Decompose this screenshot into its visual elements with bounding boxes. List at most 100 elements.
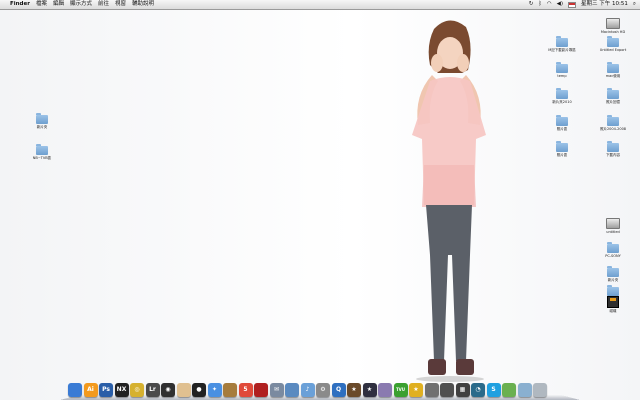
desktop-icon-folder[interactable]: 新片夾 — [593, 266, 633, 283]
spotlight-search-icon[interactable]: ⌕ — [633, 0, 636, 9]
menu-view[interactable]: 顯示方式 — [70, 0, 92, 9]
menu-window[interactable]: 視窗 — [115, 0, 126, 9]
menu-edit[interactable]: 編輯 — [53, 0, 64, 9]
documents-stack-icon[interactable] — [517, 383, 532, 397]
desktop-icon-label: M記下載影片專區 — [548, 48, 576, 52]
menu-bar: Finder 檔案 編輯 顯示方式 前往 視窗 輔助說明 ↻ ᛒ ◠ ◀) 星期… — [0, 0, 640, 10]
desktop-icon-label: 下載內容 — [606, 153, 620, 157]
photoshop-icon[interactable]: Ps — [99, 383, 113, 397]
folder-icon — [607, 141, 619, 152]
desktop-icon-label: 新片夾2010 — [552, 100, 572, 104]
dock: Ai Ps NX ◎ Lr ◉ ● ✦ 5 ✉ ♪ ⚙ Q ★ ★ TVU ★ ▦ ◔ S — [60, 375, 580, 400]
folder-icon — [607, 115, 619, 126]
idvd-icon[interactable]: ★ — [362, 383, 377, 397]
desktop-icon-folder[interactable]: 新片夾2010 — [542, 88, 582, 105]
folder-icon — [556, 115, 568, 126]
finder-icon[interactable] — [68, 383, 82, 397]
itunes-icon[interactable]: ♪ — [300, 383, 315, 397]
quicktime-icon[interactable]: Q — [331, 383, 346, 397]
desktop-icon-untitled-disk[interactable]: untitled — [593, 218, 633, 234]
folder-icon — [607, 36, 619, 47]
folder-icon — [607, 242, 619, 253]
desktop-icon-folder[interactable]: 照片2004-2008 — [593, 115, 633, 132]
imovie-icon[interactable]: ★ — [347, 383, 361, 397]
menu-help[interactable]: 輔助說明 — [132, 0, 154, 9]
system-preferences-icon[interactable]: ⚙ — [316, 383, 330, 397]
skype-icon[interactable]: S — [486, 383, 501, 397]
clock[interactable]: 星期三 下午 10:51 — [581, 0, 628, 9]
folder-icon — [36, 113, 48, 124]
photo-booth-icon[interactable] — [254, 383, 268, 397]
nx-icon[interactable]: NX — [114, 383, 129, 397]
time-machine-icon[interactable]: ◔ — [471, 383, 485, 397]
desktop-icon-label: Untitled Export — [599, 48, 627, 52]
time-machine-status-icon[interactable]: ↻ — [529, 0, 534, 9]
folder-icon — [556, 141, 568, 152]
desktop-icon-macintosh-hd[interactable]: Macintosh HD — [593, 18, 633, 34]
desktop-icon-folder[interactable]: 照片區 — [542, 141, 582, 158]
desktop-icon-folder[interactable]: 照片區 — [542, 115, 582, 132]
folder-icon — [556, 88, 568, 99]
desktop-icon-label: temp — [557, 74, 567, 78]
folder-icon — [607, 266, 619, 277]
desktop-icon-label: 照片回憶 — [606, 100, 620, 104]
applications-stack-icon[interactable] — [502, 383, 516, 397]
folder-icon — [607, 62, 619, 73]
trash-icon[interactable] — [533, 383, 547, 397]
camera-icon[interactable]: ◎ — [130, 383, 144, 397]
desktop-icon-label: 新片夾 — [36, 125, 48, 129]
bluetooth-icon[interactable]: ᛒ — [539, 0, 542, 9]
grid-icon[interactable]: ▦ — [455, 383, 470, 397]
desktop-icon-label: 照片區 — [556, 127, 568, 131]
disk-icon — [606, 218, 620, 229]
desktop-icon-folder[interactable]: NB~TVB區 — [22, 144, 62, 161]
wallpaper-woman-figure — [412, 20, 486, 382]
desktop-icon-label: Macintosh HD — [600, 30, 626, 34]
grapher-icon[interactable] — [424, 383, 439, 397]
folder-icon — [556, 36, 568, 47]
desktop-icon-folder[interactable]: M記下載影片專區 — [542, 36, 582, 53]
tvu-icon[interactable]: TVU — [393, 383, 408, 397]
desktop-icon-folder[interactable]: Untitled Export — [593, 36, 633, 52]
safari-icon[interactable]: ✦ — [207, 383, 222, 397]
aperture-icon[interactable]: ◉ — [161, 383, 175, 397]
itunes-folder-icon[interactable] — [176, 383, 191, 397]
illustrator-icon[interactable]: Ai — [83, 383, 98, 397]
desktop-icon-folder[interactable]: temp — [542, 62, 582, 78]
desktop-icon-label: PC-SONY — [605, 254, 621, 258]
desktop-icon-label: mac使用 — [605, 74, 621, 78]
folder-icon — [607, 88, 619, 99]
desktop-icon-folder[interactable]: 照片回憶 — [593, 88, 633, 105]
star-icon[interactable]: ★ — [409, 383, 423, 397]
desktop-icon-folder[interactable]: PC-SONY — [593, 242, 633, 258]
garageband-icon[interactable] — [378, 383, 392, 397]
hard-disk-icon — [606, 18, 620, 29]
lightroom-icon[interactable]: Lr — [145, 383, 160, 397]
volume-icon[interactable]: ◀) — [557, 0, 563, 9]
desktop-icon-folder[interactable]: 新片夾 — [22, 113, 62, 130]
desktop-icon-label: 照片區 — [556, 153, 568, 157]
desktop-icon-label: NB~TVB區 — [32, 156, 52, 160]
calendar-icon[interactable]: 5 — [238, 383, 253, 397]
menu-file[interactable]: 檔案 — [36, 0, 47, 9]
calculator-icon[interactable] — [440, 383, 454, 397]
desktop-icon-label: 磁碟 — [609, 309, 617, 313]
dvd-player-icon[interactable]: ● — [192, 383, 206, 397]
iphoto-icon[interactable] — [285, 383, 299, 397]
wifi-icon[interactable]: ◠ — [547, 0, 552, 9]
floppy-disk-icon — [607, 296, 619, 308]
folder-icon — [556, 62, 568, 73]
menu-go[interactable]: 前往 — [98, 0, 109, 9]
folder-icon — [36, 144, 48, 155]
desktop-icon-floppy[interactable]: 磁碟 — [593, 296, 633, 314]
input-source-flag-icon[interactable] — [568, 1, 577, 8]
app-menu-finder[interactable]: Finder — [10, 0, 30, 9]
desktop-icon-label: 照片2004-2008 — [599, 127, 627, 131]
address-book-icon[interactable] — [223, 383, 237, 397]
folder-icon — [607, 285, 619, 296]
desktop-icon-label: untitled — [606, 230, 620, 234]
desktop-icon-folder[interactable]: mac使用 — [593, 62, 633, 79]
desktop-icon-label: 新片夾 — [607, 278, 619, 282]
desktop-icon-folder[interactable]: 下載內容 — [593, 141, 633, 158]
mail-icon[interactable]: ✉ — [269, 383, 284, 397]
